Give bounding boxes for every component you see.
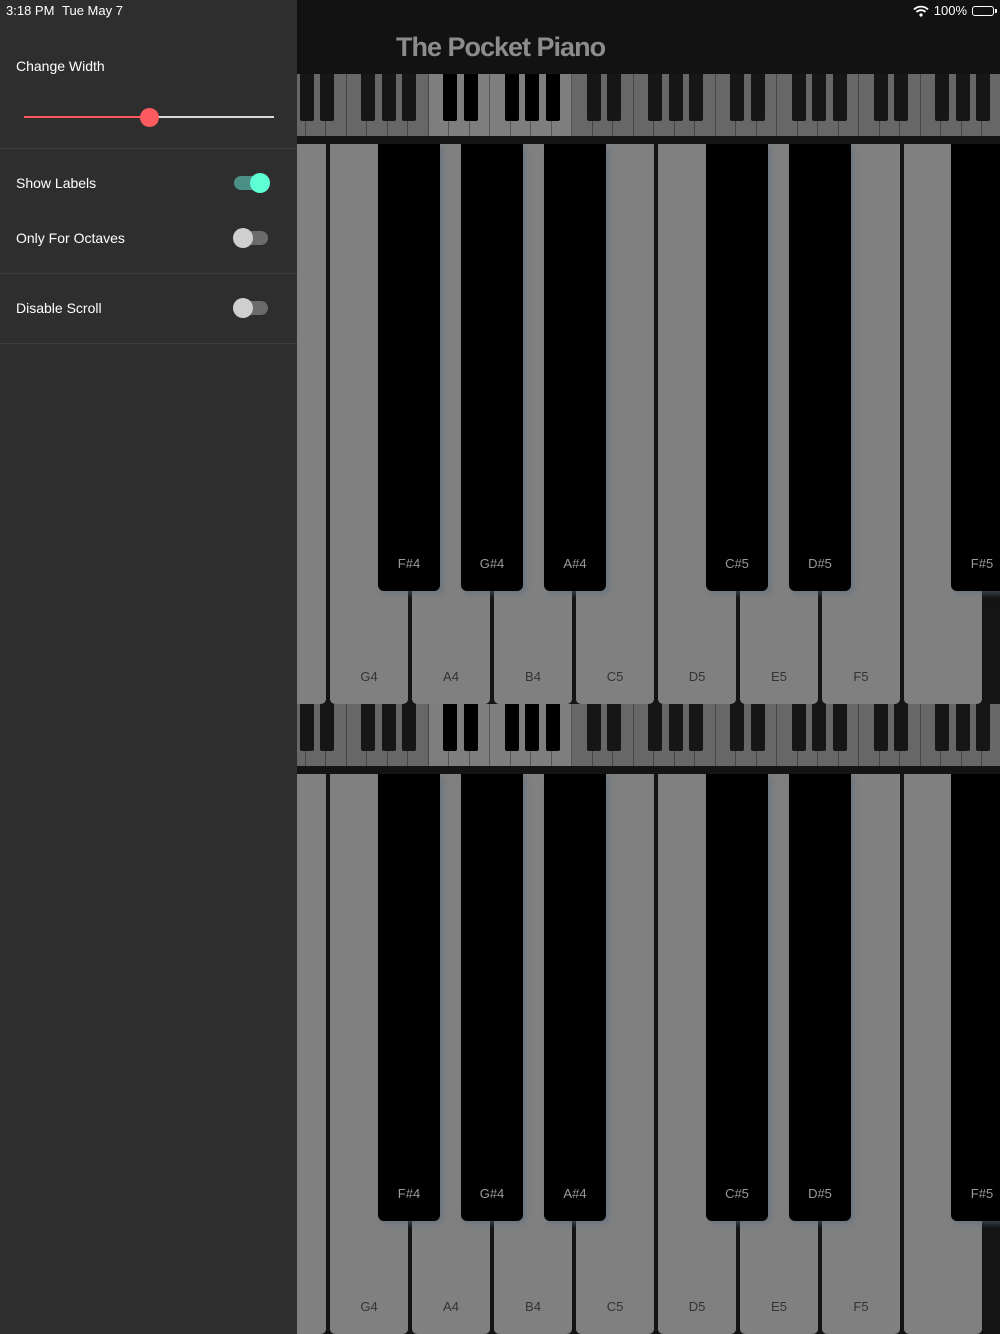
key-label: D#5 — [808, 556, 832, 571]
key-label: D#5 — [808, 1186, 832, 1201]
key-label: C5 — [606, 669, 624, 684]
key-label: C#5 — [725, 1186, 749, 1201]
only-octaves-label: Only For Octaves — [16, 230, 125, 246]
piano-keyboard-top[interactable]: F4 G4 A4 B4 C5 D5 E5 F5 F#4 G#4 A#4 C#5 D#5 F#5 — [297, 144, 1000, 704]
slider-track-empty — [149, 116, 274, 118]
key-label: F#5 — [970, 556, 994, 571]
settings-sidebar: Change Width Show Labels Only For Octave… — [0, 0, 297, 1334]
key-label: E5 — [771, 1299, 787, 1314]
app-title: The Pocket Piano — [396, 32, 606, 62]
black-key[interactable]: C#5 — [706, 774, 768, 1221]
status-bar: 3:18 PM Tue May 7 100% — [0, 0, 1000, 20]
black-key[interactable]: F#4 — [378, 144, 440, 591]
key-label: G4 — [360, 1299, 378, 1314]
black-key[interactable]: G#4 — [461, 144, 523, 591]
key-label: F#4 — [397, 1186, 421, 1201]
key-label: B4 — [525, 1299, 541, 1314]
disable-scroll-toggle[interactable] — [233, 298, 270, 318]
mini-keyboard-navigator[interactable] — [297, 74, 1000, 136]
status-date: Tue May 7 — [62, 3, 123, 18]
key-label: G#4 — [479, 556, 505, 571]
black-key[interactable]: F#5 — [951, 774, 1000, 1221]
black-key[interactable]: D#5 — [789, 774, 851, 1221]
battery-icon — [972, 5, 997, 16]
key-label: F4 — [297, 1299, 326, 1314]
show-labels-label: Show Labels — [16, 175, 97, 191]
black-key[interactable]: D#5 — [789, 144, 851, 591]
white-key[interactable]: F4 — [297, 774, 326, 1334]
key-label: F4 — [297, 669, 326, 684]
disable-scroll-label: Disable Scroll — [16, 300, 102, 316]
key-label: A#4 — [563, 1186, 587, 1201]
battery-percent: 100% — [933, 3, 967, 18]
black-key[interactable]: F#5 — [951, 144, 1000, 591]
key-label: D5 — [688, 669, 706, 684]
key-label: E5 — [771, 669, 787, 684]
piano-keyboard-bottom[interactable]: F4 G4 A4 B4 C5 D5 E5 F5 F#4 G#4 A#4 C#5 D#5 F#5 — [297, 774, 1000, 1334]
change-width-label: Change Width — [16, 58, 105, 74]
divider — [0, 148, 297, 149]
key-label: A4 — [443, 1299, 459, 1314]
key-label: F#5 — [970, 1186, 994, 1201]
key-label: F5 — [853, 1299, 869, 1314]
black-key[interactable]: A#4 — [544, 144, 606, 591]
black-key[interactable]: A#4 — [544, 774, 606, 1221]
show-labels-toggle[interactable] — [234, 173, 270, 193]
status-time: 3:18 PM — [6, 3, 55, 18]
key-label: C#5 — [725, 556, 749, 571]
mini-keyboard-navigator[interactable] — [297, 704, 1000, 766]
slider-thumb[interactable] — [140, 108, 159, 127]
viewport-shade — [297, 704, 1000, 766]
key-label: B4 — [525, 669, 541, 684]
key-label: C5 — [606, 1299, 624, 1314]
divider — [0, 273, 297, 274]
black-key[interactable]: G#4 — [461, 774, 523, 1221]
key-label: A#4 — [563, 556, 587, 571]
white-key[interactable]: F4 — [297, 144, 326, 704]
black-key[interactable]: F#4 — [378, 774, 440, 1221]
viewport-shade — [297, 74, 1000, 136]
only-octaves-toggle[interactable] — [233, 228, 270, 248]
key-label: F5 — [853, 669, 869, 684]
divider — [0, 343, 297, 344]
key-label: F#4 — [397, 556, 421, 571]
key-label: G#4 — [479, 1186, 505, 1201]
slider-track-filled — [24, 116, 149, 118]
key-label: G4 — [360, 669, 378, 684]
status-right: 100% — [913, 3, 997, 18]
wifi-icon — [913, 5, 929, 17]
black-key[interactable]: C#5 — [706, 144, 768, 591]
key-label: A4 — [443, 669, 459, 684]
key-label: D5 — [688, 1299, 706, 1314]
width-slider[interactable] — [24, 106, 274, 128]
